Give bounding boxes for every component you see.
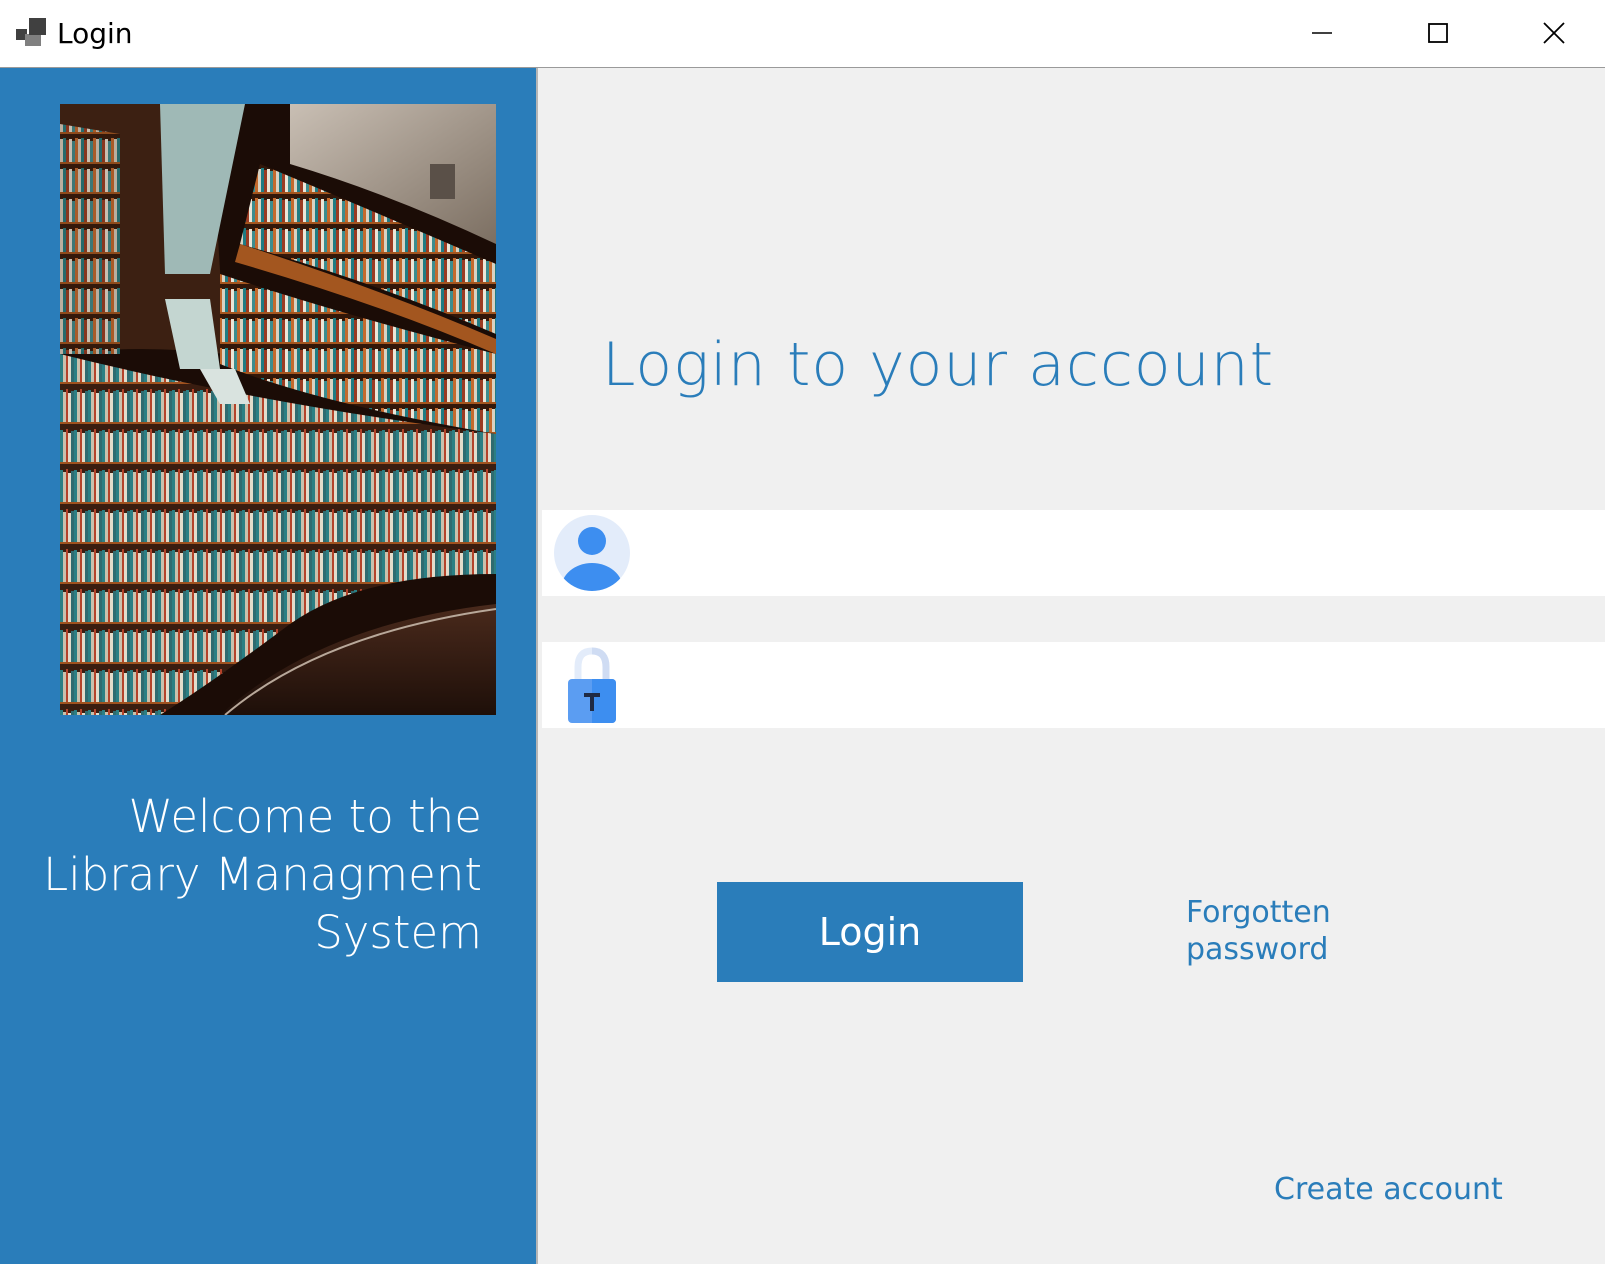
close-icon	[1543, 22, 1565, 44]
username-input[interactable]	[642, 520, 1586, 588]
password-input[interactable]	[642, 652, 1586, 720]
app-icon	[16, 18, 46, 46]
library-image	[60, 104, 496, 715]
library-bookshelves-photo	[60, 104, 496, 715]
padlock-icon	[568, 647, 616, 723]
welcome-panel: Welcome to the Library Managment System	[0, 68, 538, 1264]
window-title: Login	[57, 17, 133, 50]
login-form-panel: Login to your account Login Forgotten pa…	[538, 68, 1605, 1264]
maximize-icon	[1428, 23, 1448, 43]
title-bar[interactable]: Login	[0, 0, 1605, 68]
login-window: Login Welcome to the Library Managment S…	[0, 0, 1605, 1264]
minimize-button[interactable]	[1264, 0, 1380, 66]
welcome-message: Welcome to the Library Managment System	[43, 790, 482, 959]
minimize-icon	[1312, 32, 1332, 34]
page-title: Login to your account	[602, 330, 1275, 400]
login-button[interactable]: Login	[717, 882, 1023, 982]
username-field-row	[542, 510, 1605, 596]
close-button[interactable]	[1496, 0, 1605, 66]
forgot-password-link[interactable]: Forgotten password	[1186, 894, 1386, 968]
maximize-button[interactable]	[1380, 0, 1496, 66]
user-avatar-icon	[554, 515, 630, 591]
password-field-row	[542, 642, 1605, 728]
create-account-link[interactable]: Create account	[1274, 1170, 1503, 1210]
